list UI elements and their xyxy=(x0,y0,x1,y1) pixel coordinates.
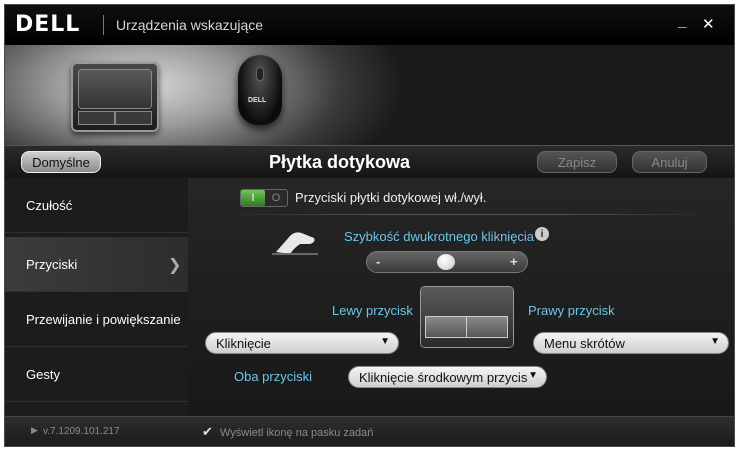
app-window: DELL Urządzenia wskazujące _ ✕ DELL Domy… xyxy=(4,4,735,447)
both-buttons-label: Oba przyciski xyxy=(234,369,313,384)
close-button[interactable]: ✕ xyxy=(702,15,715,33)
right-button-graphic xyxy=(467,317,507,337)
triangle-right-icon: ▶ xyxy=(31,425,38,435)
sidebar-item-buttons[interactable]: Przyciski ❯ xyxy=(5,237,188,292)
mouse-logo: DELL xyxy=(248,97,267,104)
mouse-device-icon[interactable]: DELL xyxy=(238,55,282,125)
toggle-on-state: I xyxy=(241,190,265,206)
toggle-label: Przyciski płytki dotykowej wł./wył. xyxy=(295,190,487,205)
sidebar-item-label: Przewijanie i powiększanie xyxy=(26,311,181,327)
toggle-off-state: O xyxy=(271,192,281,204)
touchpad-right-button-graphic xyxy=(116,112,151,124)
both-buttons-action-select[interactable]: Kliknięcie środkowym przycis ▼ xyxy=(348,366,547,388)
triangle-down-icon: ▼ xyxy=(710,336,720,347)
left-button-graphic xyxy=(426,317,466,337)
sidebar-item-sensitivity[interactable]: Czułość xyxy=(5,178,188,233)
hero-banner: DELL xyxy=(5,45,734,145)
window-title: Urządzenia wskazujące xyxy=(116,17,264,33)
header-bar: Domyślne Płytka dotykowa Zapisz Anuluj xyxy=(5,145,734,178)
select-value: Menu skrótów xyxy=(544,335,625,351)
slider-minus-label: - xyxy=(376,254,381,269)
touchpad-left-button-graphic xyxy=(79,112,114,124)
chevron-right-icon: ❯ xyxy=(168,257,182,274)
select-value: Kliknięcie xyxy=(216,335,271,351)
left-button-action-select[interactable]: Kliknięcie ▼ xyxy=(205,332,399,354)
title-bar: DELL Urządzenia wskazujące _ ✕ xyxy=(5,5,734,45)
cancel-button[interactable]: Anuluj xyxy=(632,151,707,173)
triangle-down-icon: ▼ xyxy=(380,336,390,347)
footer-bar: ▶ v.7.1209.101.217 ✔ Wyświetl ikonę na p… xyxy=(5,416,734,446)
sidebar: Czułość Przyciski ❯ Przewijanie i powięk… xyxy=(5,178,188,416)
dell-logo: DELL xyxy=(15,12,81,37)
divider xyxy=(219,214,719,215)
right-button-label: Prawy przycisk xyxy=(528,303,615,318)
buttons-panel: I O Przyciski płytki dotykowej wł./wył. … xyxy=(188,178,734,416)
touchpad-buttons-toggle[interactable]: I O xyxy=(240,189,288,207)
info-icon[interactable]: i xyxy=(535,227,549,241)
mouse-wheel-graphic xyxy=(256,67,264,81)
slider-plus-label: + xyxy=(510,254,518,269)
double-click-hand-icon xyxy=(272,232,318,255)
sidebar-item-gestures[interactable]: Gesty xyxy=(5,347,188,402)
touchpad-diagram-icon xyxy=(421,287,513,347)
title-separator xyxy=(103,15,104,35)
minimize-button[interactable]: _ xyxy=(678,13,686,30)
double-click-speed-label: Szybkość dwukrotnego kliknięcia xyxy=(344,229,535,244)
left-button-label: Lewy przycisk xyxy=(332,303,413,318)
save-button[interactable]: Zapisz xyxy=(537,151,617,173)
defaults-button[interactable]: Domyślne xyxy=(21,151,101,173)
slider-handle[interactable] xyxy=(437,254,455,270)
page-title: Płytka dotykowa xyxy=(269,152,411,172)
sidebar-item-label: Przyciski xyxy=(26,256,78,272)
select-value: Kliknięcie środkowym przycis xyxy=(359,369,528,385)
touchpad-device-icon[interactable] xyxy=(71,62,159,132)
triangle-down-icon: ▼ xyxy=(528,370,538,381)
show-icon-checkbox[interactable]: ✔ xyxy=(202,425,214,438)
sidebar-item-label: Gesty xyxy=(26,366,60,382)
right-button-action-select[interactable]: Menu skrótów ▼ xyxy=(533,332,729,354)
version-text: v.7.1209.101.217 xyxy=(43,426,120,437)
show-icon-label: Wyświetl ikonę na pasku zadań xyxy=(220,427,374,439)
double-click-speed-slider[interactable]: - + xyxy=(366,251,528,273)
sidebar-item-label: Czułość xyxy=(26,197,73,213)
touchpad-surface xyxy=(79,70,151,108)
sidebar-item-scroll-zoom[interactable]: Przewijanie i powiększanie xyxy=(5,292,188,347)
